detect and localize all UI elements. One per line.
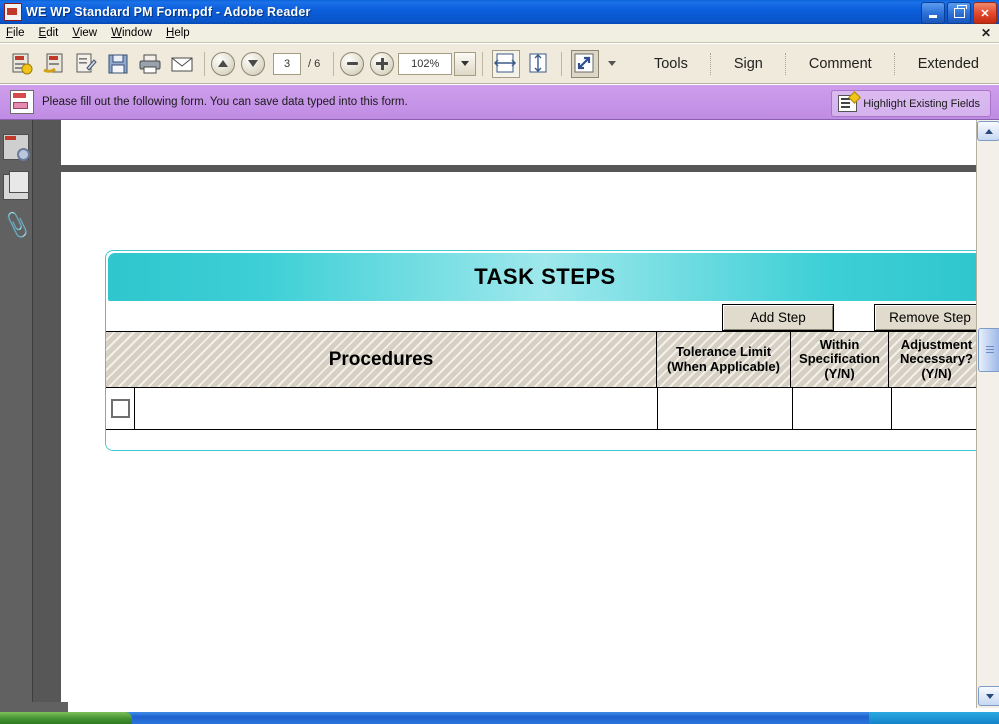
menu-item-help[interactable]: Help xyxy=(166,27,190,39)
toolbar-panels: Tools Sign Comment Extended xyxy=(642,52,999,75)
fit-page-icon[interactable] xyxy=(526,51,552,77)
column-header-adjustment-necessary: Adjustment Necessary? (Y/N) xyxy=(889,332,976,387)
restore-icon xyxy=(953,5,967,18)
start-button[interactable] xyxy=(0,712,132,724)
menu-file-rest: ile xyxy=(13,27,25,39)
export-pdf-icon[interactable] xyxy=(41,51,67,77)
page-title: TASK STEPS xyxy=(474,264,616,289)
menu-help-rest: elp xyxy=(174,27,190,39)
tools-panel-button[interactable]: Tools xyxy=(642,56,700,72)
table-row xyxy=(106,388,976,430)
chevron-down-icon[interactable] xyxy=(454,51,477,76)
toolbar-separator-2 xyxy=(333,51,335,76)
table-footer-space xyxy=(106,430,976,450)
adjustment-line-1: Adjustment xyxy=(900,336,973,352)
cell-within-specification[interactable] xyxy=(793,388,892,429)
main-toolbar: 3 / 6 102% Tools Sign Comment Extended xyxy=(0,44,999,84)
menu-window-rest: indow xyxy=(121,27,153,39)
within-line-1: Within xyxy=(819,336,860,352)
navigation-rail: 📎 xyxy=(0,120,33,708)
minimize-icon xyxy=(929,14,937,18)
minus-circle-icon[interactable] xyxy=(340,51,365,76)
email-icon[interactable] xyxy=(169,51,195,77)
adjustment-line-2: Necessary? xyxy=(900,351,973,367)
column-header-procedures: Procedures xyxy=(106,332,657,387)
page-thumbnails-icon[interactable] xyxy=(3,134,30,161)
toolbar-separator xyxy=(204,51,205,76)
restore-button[interactable] xyxy=(947,2,971,24)
sign-panel-button[interactable]: Sign xyxy=(722,56,775,72)
task-steps-block: TASK STEPS Add Step Remove Step Procedur… xyxy=(105,250,976,451)
adobe-reader-window: WE WP Standard PM Form.pdf - Adobe Reade… xyxy=(0,0,999,724)
step-checkbox-cell[interactable] xyxy=(106,388,135,429)
step-checkbox[interactable] xyxy=(110,399,130,418)
within-line-2: Specification xyxy=(799,351,880,367)
page-previous-fragment xyxy=(61,120,976,165)
title-bar: WE WP Standard PM Form.pdf - Adobe Reade… xyxy=(0,0,999,24)
adjustment-line-3: (Y/N) xyxy=(921,365,952,381)
vertical-scrollbar[interactable] xyxy=(976,120,999,708)
table-header-row: Procedures Tolerance Limit (When Applica… xyxy=(106,331,976,388)
column-header-within-specification: Within Specification (Y/N) xyxy=(791,332,889,387)
extended-panel-button[interactable]: Extended xyxy=(906,56,991,72)
form-notification-bar: Please fill out the following form. You … xyxy=(0,85,999,120)
highlight-fields-icon xyxy=(838,91,862,112)
toolbar-overflow-icon[interactable] xyxy=(608,61,617,66)
within-line-3: (Y/N) xyxy=(824,365,855,381)
task-steps-banner: TASK STEPS xyxy=(108,253,976,301)
step-buttons-row: Add Step Remove Step xyxy=(106,301,976,331)
windows-taskbar xyxy=(0,712,999,724)
pdf-document-icon xyxy=(4,3,22,21)
toolbar-separator-4 xyxy=(561,51,563,76)
menu-edit-rest: dit xyxy=(46,27,59,39)
create-pdf-icon[interactable] xyxy=(9,51,35,77)
menu-view-rest: iew xyxy=(79,27,98,39)
page-number-input[interactable]: 3 xyxy=(273,52,301,75)
marquee-zoom-icon[interactable] xyxy=(571,49,600,78)
scroll-down-icon[interactable] xyxy=(978,686,999,706)
arrow-down-icon[interactable] xyxy=(241,51,265,76)
window-controls: ✕ xyxy=(921,2,997,24)
cell-adjustment-necessary[interactable] xyxy=(892,388,976,429)
fit-width-icon[interactable] xyxy=(492,49,521,78)
attachments-paperclip-icon[interactable]: 📎 xyxy=(1,211,33,240)
print-icon[interactable] xyxy=(137,51,163,77)
close-button[interactable]: ✕ xyxy=(973,2,997,24)
form-message: Please fill out the following form. You … xyxy=(42,96,408,108)
page-canvas: TASK STEPS Add Step Remove Step Procedur… xyxy=(61,172,976,708)
column-header-tolerance-limit: Tolerance Limit (When Applicable) xyxy=(657,332,791,387)
pages-panel-icon[interactable] xyxy=(3,171,29,200)
viewport-bottom-edge xyxy=(0,702,68,712)
tolerance-line-2: (When Applicable) xyxy=(667,358,780,374)
menu-item-window[interactable]: Window xyxy=(111,27,152,39)
menu-item-file[interactable]: File xyxy=(6,27,25,39)
page-total-label: / 6 xyxy=(308,57,321,70)
form-document-icon xyxy=(10,90,34,114)
scroll-up-icon[interactable] xyxy=(977,121,999,141)
document-viewport[interactable]: TASK STEPS Add Step Remove Step Procedur… xyxy=(33,120,976,708)
comment-panel-button[interactable]: Comment xyxy=(797,56,884,72)
close-document-button[interactable]: ✕ xyxy=(981,26,991,40)
menu-item-edit[interactable]: Edit xyxy=(39,27,59,39)
toolbar-separator-3 xyxy=(482,51,484,76)
zoom-level-input[interactable]: 102% xyxy=(398,52,453,75)
arrow-up-icon[interactable] xyxy=(211,51,235,76)
save-file-icon[interactable] xyxy=(105,51,131,77)
scroll-thumb[interactable] xyxy=(978,328,999,372)
plus-circle-icon[interactable] xyxy=(370,51,395,76)
menu-bar: File Edit View Window Help ✕ xyxy=(0,24,999,43)
add-step-button[interactable]: Add Step xyxy=(722,304,834,331)
remove-step-button[interactable]: Remove Step xyxy=(874,304,976,331)
cell-tolerance[interactable] xyxy=(658,388,793,429)
highlight-fields-label: Highlight Existing Fields xyxy=(863,97,980,110)
window-title: WE WP Standard PM Form.pdf - Adobe Reade… xyxy=(26,5,311,19)
edit-pdf-icon[interactable] xyxy=(73,51,99,77)
highlight-existing-fields-button[interactable]: Highlight Existing Fields xyxy=(831,90,991,117)
taskbar-tray[interactable] xyxy=(869,712,999,724)
tolerance-line-1: Tolerance Limit xyxy=(675,343,772,359)
menu-item-view[interactable]: View xyxy=(72,27,97,39)
minimize-button[interactable] xyxy=(921,2,945,24)
cell-procedures[interactable] xyxy=(135,388,658,429)
